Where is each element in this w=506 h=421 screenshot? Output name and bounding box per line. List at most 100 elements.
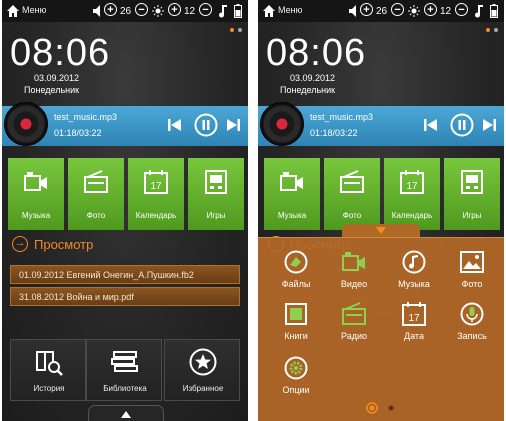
drawer-tab[interactable] bbox=[342, 224, 420, 237]
arrow-right-icon: → bbox=[12, 236, 28, 252]
app-label: Музыка bbox=[398, 279, 430, 289]
calendar-icon: 17 bbox=[400, 170, 424, 194]
tile-label: Фото bbox=[342, 211, 362, 220]
previous-track-icon[interactable] bbox=[424, 114, 438, 136]
app-label: Файлы bbox=[281, 279, 311, 289]
recent-header[interactable]: → Просмотр bbox=[12, 236, 93, 252]
battery-icon bbox=[234, 3, 242, 19]
app-label: Дата bbox=[404, 331, 424, 341]
status-bar: Меню + 26 − + 12 − bbox=[258, 0, 504, 22]
app-books[interactable]: Книги bbox=[268, 302, 324, 346]
vinyl-disc-icon[interactable] bbox=[4, 102, 48, 146]
home-screen-apps-open: Меню + 26 − + 12 − 08:06 03.09.2012 Поне… bbox=[258, 0, 504, 421]
recent-item[interactable]: 01.09.2012 Евгений Онегин_А.Пушкин.fb2 bbox=[10, 265, 240, 284]
page-dot-active bbox=[366, 402, 378, 414]
app-options[interactable]: Опции bbox=[268, 356, 324, 400]
recent-title: Просмотр bbox=[34, 236, 94, 252]
tile-photo[interactable]: Фото bbox=[68, 158, 124, 230]
tile-label: Игры bbox=[206, 211, 226, 220]
chevron-down-icon bbox=[376, 227, 386, 234]
clock-weekday: Понедельник bbox=[280, 85, 336, 95]
calendar-day: 17 bbox=[408, 313, 420, 324]
brightness-icon bbox=[408, 3, 420, 19]
vinyl-disc-icon[interactable] bbox=[260, 102, 304, 146]
volume-up-button[interactable]: + bbox=[360, 3, 373, 16]
app-label: Книги bbox=[284, 331, 308, 341]
app-files[interactable]: Файлы bbox=[268, 250, 324, 294]
home-screen: Меню + 26 − + 12 − 08:06 03.09.2012 Поне… bbox=[2, 0, 248, 421]
apps-page-indicator bbox=[366, 402, 394, 414]
volume-up-button[interactable]: + bbox=[104, 3, 117, 16]
brightness-up-button[interactable]: + bbox=[424, 3, 437, 16]
tile-calendar[interactable]: 17 Календарь bbox=[384, 158, 440, 230]
menu-label[interactable]: Меню bbox=[22, 5, 46, 15]
clock-date: 03.09.2012 bbox=[34, 73, 80, 83]
brightness-value: 12 bbox=[184, 5, 196, 17]
next-track-icon[interactable] bbox=[482, 114, 496, 136]
music-note-icon bbox=[218, 3, 228, 19]
volume-value: 26 bbox=[120, 5, 132, 17]
tile-music[interactable]: Музыка bbox=[264, 158, 320, 230]
recent-item[interactable]: 31.08.2012 Война и мир.pdf bbox=[10, 287, 240, 306]
home-icon[interactable] bbox=[262, 4, 276, 18]
app-music[interactable]: Музыка bbox=[386, 250, 442, 294]
music-note-icon bbox=[474, 3, 484, 19]
previous-track-icon[interactable] bbox=[168, 114, 182, 136]
track-time: 01:18/03:22 bbox=[54, 128, 102, 138]
radio-icon bbox=[84, 170, 108, 193]
calendar-icon: 17 bbox=[144, 170, 168, 194]
home-icon[interactable] bbox=[6, 4, 20, 18]
calendar-day: 17 bbox=[150, 181, 162, 192]
tile-history[interactable]: История bbox=[10, 339, 86, 401]
calendar-icon: 17 bbox=[402, 302, 426, 326]
tile-label: Календарь bbox=[391, 211, 433, 220]
game-icon bbox=[205, 170, 227, 194]
microphone-icon bbox=[460, 302, 484, 326]
brightness-down-button[interactable]: − bbox=[199, 3, 212, 16]
pause-icon[interactable] bbox=[194, 113, 218, 137]
music-player: test_music.mp3 01:18/03:22 bbox=[2, 102, 248, 146]
pause-icon[interactable] bbox=[450, 113, 474, 137]
tile-label: Календарь bbox=[135, 211, 177, 220]
brightness-icon bbox=[152, 3, 164, 19]
brightness-down-button[interactable]: − bbox=[455, 3, 468, 16]
status-bar: Меню + 26 − + 12 − bbox=[2, 0, 248, 22]
tile-label: Игры bbox=[462, 211, 482, 220]
tile-music[interactable]: Музыка bbox=[8, 158, 64, 230]
app-label: Опции bbox=[282, 385, 310, 395]
brightness-value: 12 bbox=[440, 5, 452, 17]
drawer-handle[interactable] bbox=[88, 405, 164, 421]
app-radio[interactable]: Радио bbox=[326, 302, 382, 346]
app-photo[interactable]: Фото bbox=[444, 250, 500, 294]
tile-photo[interactable]: Фото bbox=[324, 158, 380, 230]
next-track-icon[interactable] bbox=[226, 114, 240, 136]
tile-label: Избранное bbox=[182, 384, 224, 393]
menu-label[interactable]: Меню bbox=[278, 5, 302, 15]
tile-calendar[interactable]: 17 Календарь bbox=[128, 158, 184, 230]
tile-label: История bbox=[33, 384, 65, 393]
page-indicator bbox=[486, 28, 498, 32]
tile-games[interactable]: Игры bbox=[188, 158, 244, 230]
tile-favorites[interactable]: Избранное bbox=[164, 339, 240, 401]
music-note-icon bbox=[402, 250, 426, 274]
game-icon bbox=[461, 170, 483, 194]
app-label: Радио bbox=[341, 331, 367, 341]
volume-down-button[interactable]: − bbox=[135, 3, 148, 16]
clock-date: 03.09.2012 bbox=[290, 73, 336, 83]
tile-label: Библиотека bbox=[103, 384, 147, 393]
battery-icon bbox=[490, 3, 498, 19]
tile-games[interactable]: Игры bbox=[444, 158, 500, 230]
page-indicator bbox=[230, 28, 242, 32]
tile-library[interactable]: Библиотека bbox=[86, 339, 162, 401]
app-record[interactable]: Запись bbox=[444, 302, 500, 346]
radio-icon bbox=[340, 170, 364, 193]
tile-label: Фото bbox=[86, 211, 106, 220]
calendar-day: 17 bbox=[406, 181, 418, 192]
volume-icon bbox=[348, 3, 358, 19]
app-date[interactable]: 17 Дата bbox=[386, 302, 442, 346]
app-label: Видео bbox=[340, 279, 368, 289]
book-search-icon bbox=[36, 351, 63, 376]
brightness-up-button[interactable]: + bbox=[168, 3, 181, 16]
volume-down-button[interactable]: − bbox=[391, 3, 404, 16]
app-video[interactable]: Видео bbox=[326, 250, 382, 294]
